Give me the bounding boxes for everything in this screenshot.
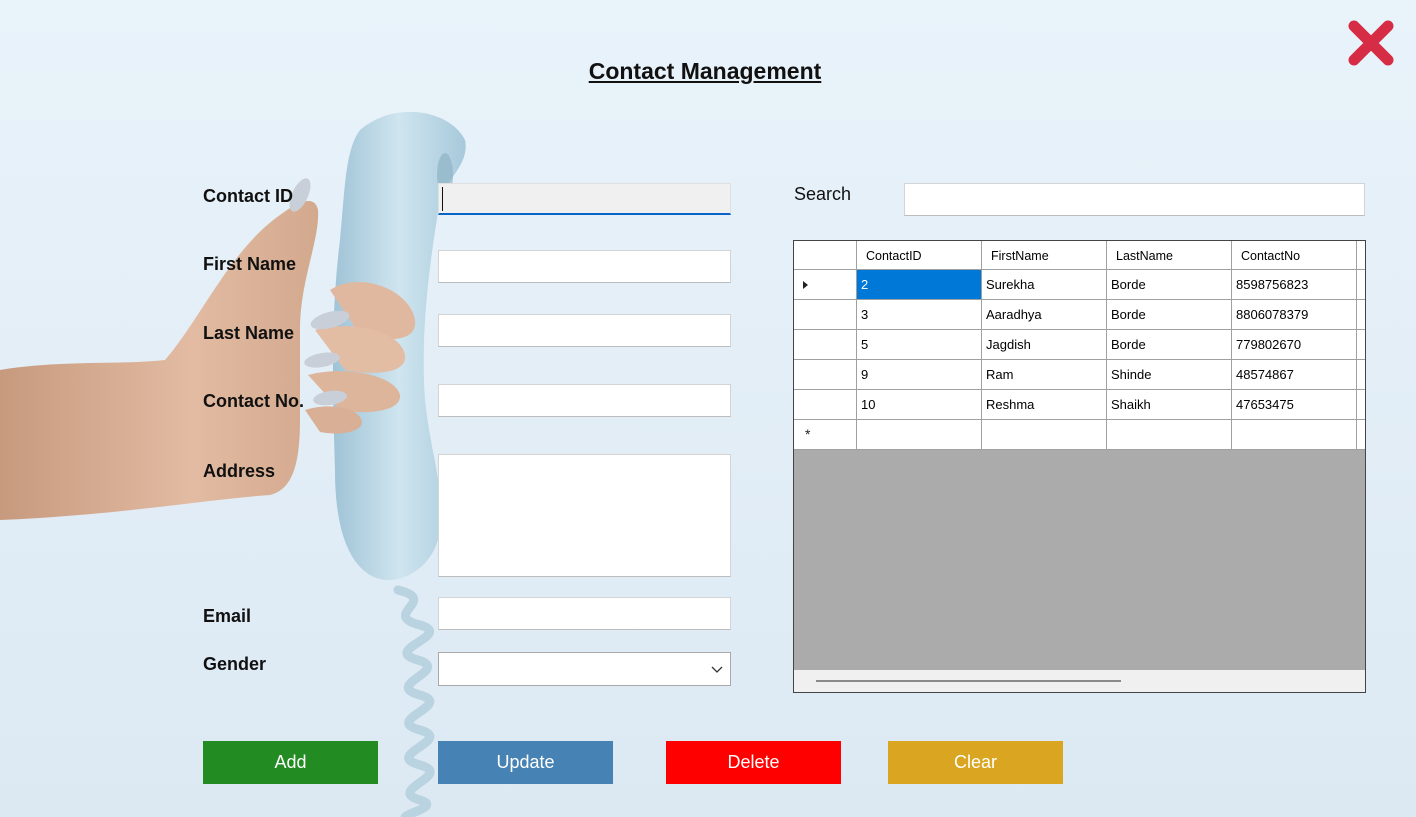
grid-cell[interactable]: Borde (1107, 330, 1232, 360)
page-title: Contact Management (588, 58, 822, 84)
grid-cell[interactable]: 8806078379 (1232, 300, 1357, 330)
grid-cell[interactable]: Borde (1107, 270, 1232, 300)
grid-cell[interactable] (982, 420, 1107, 450)
grid-cell[interactable]: 5 (857, 330, 982, 360)
grid-cell-truncated[interactable] (1357, 330, 1365, 360)
row-header[interactable] (794, 300, 857, 330)
address-textarea[interactable] (438, 454, 731, 577)
add-button[interactable]: Add (203, 741, 378, 784)
grid-cell-truncated[interactable] (1357, 360, 1365, 390)
table-row[interactable]: 9 Ram Shinde 48574867 (794, 360, 1365, 390)
row-header[interactable] (794, 330, 857, 360)
grid-cell[interactable]: Aaradhya (982, 300, 1107, 330)
table-row[interactable]: 3 Aaradhya Borde 8806078379 (794, 300, 1365, 330)
gender-label: Gender (203, 654, 267, 674)
grid-cell[interactable]: Ram (982, 360, 1107, 390)
first-name-label: First Name (203, 254, 297, 274)
search-label: Search (794, 184, 852, 204)
delete-button[interactable]: Delete (666, 741, 841, 784)
table-row[interactable]: 5 Jagdish Borde 779802670 (794, 330, 1365, 360)
grid-cell-truncated[interactable] (1357, 300, 1365, 330)
grid-cell[interactable]: Shinde (1107, 360, 1232, 390)
column-header-lastname[interactable]: LastName (1107, 241, 1232, 270)
column-header-contactid[interactable]: ContactID (857, 241, 982, 270)
grid-cell[interactable]: 9 (857, 360, 982, 390)
update-button[interactable]: Update (438, 741, 613, 784)
table-row[interactable]: 2 Surekha Borde 8598756823 (794, 270, 1365, 300)
row-header[interactable]: * (794, 420, 857, 450)
contact-no-input[interactable] (438, 384, 731, 417)
grid-cell[interactable]: 779802670 (1232, 330, 1357, 360)
column-header-contactno[interactable]: ContactNo (1232, 241, 1357, 270)
first-name-input[interactable] (438, 250, 731, 283)
new-row-marker: * (805, 426, 811, 442)
search-input[interactable] (904, 183, 1365, 216)
table-row[interactable]: 10 Reshma Shaikh 47653475 (794, 390, 1365, 420)
row-header[interactable] (794, 270, 857, 300)
column-header-firstname[interactable]: FirstName (982, 241, 1107, 270)
clear-button[interactable]: Clear (888, 741, 1063, 784)
column-header-more[interactable] (1357, 241, 1365, 270)
grid-cell-truncated[interactable] (1357, 390, 1365, 420)
scrollbar-thumb[interactable] (816, 680, 1121, 682)
grid-cell[interactable]: 3 (857, 300, 982, 330)
address-label: Address (203, 461, 276, 481)
contacts-grid[interactable]: ContactID FirstName LastName ContactNo 2… (793, 240, 1366, 693)
grid-cell[interactable]: Borde (1107, 300, 1232, 330)
grid-cell[interactable]: 8598756823 (1232, 270, 1357, 300)
grid-cell-truncated[interactable] (1357, 420, 1365, 450)
new-row[interactable]: * (794, 420, 1365, 450)
grid-cell[interactable]: Reshma (982, 390, 1107, 420)
grid-cell[interactable] (1232, 420, 1357, 450)
grid-cell[interactable] (857, 420, 982, 450)
grid-cell[interactable]: Shaikh (1107, 390, 1232, 420)
grid-cell[interactable]: 48574867 (1232, 360, 1357, 390)
grid-corner-cell (794, 241, 857, 270)
grid-cell[interactable]: Surekha (982, 270, 1107, 300)
grid-cell[interactable]: 10 (857, 390, 982, 420)
row-header[interactable] (794, 360, 857, 390)
last-name-input[interactable] (438, 314, 731, 347)
close-icon[interactable] (1346, 18, 1396, 68)
grid-cell[interactable]: 2 (857, 270, 982, 300)
text-caret (442, 187, 443, 211)
gender-select[interactable] (438, 652, 731, 686)
row-pointer-icon (803, 281, 808, 289)
grid-cell[interactable]: 47653475 (1232, 390, 1357, 420)
grid-cell[interactable] (1107, 420, 1232, 450)
grid-cell[interactable]: Jagdish (982, 330, 1107, 360)
contact-id-input[interactable] (438, 183, 731, 215)
last-name-label: Last Name (203, 323, 295, 343)
email-label: Email (203, 606, 252, 626)
grid-header-row: ContactID FirstName LastName ContactNo (794, 241, 1365, 270)
contact-id-label: Contact ID (203, 186, 293, 206)
chevron-down-icon (711, 666, 723, 673)
contact-no-label: Contact No. (203, 391, 304, 411)
email-input[interactable] (438, 597, 731, 630)
grid-cell-truncated[interactable] (1357, 270, 1365, 300)
row-header[interactable] (794, 390, 857, 420)
horizontal-scrollbar[interactable] (794, 670, 1365, 692)
